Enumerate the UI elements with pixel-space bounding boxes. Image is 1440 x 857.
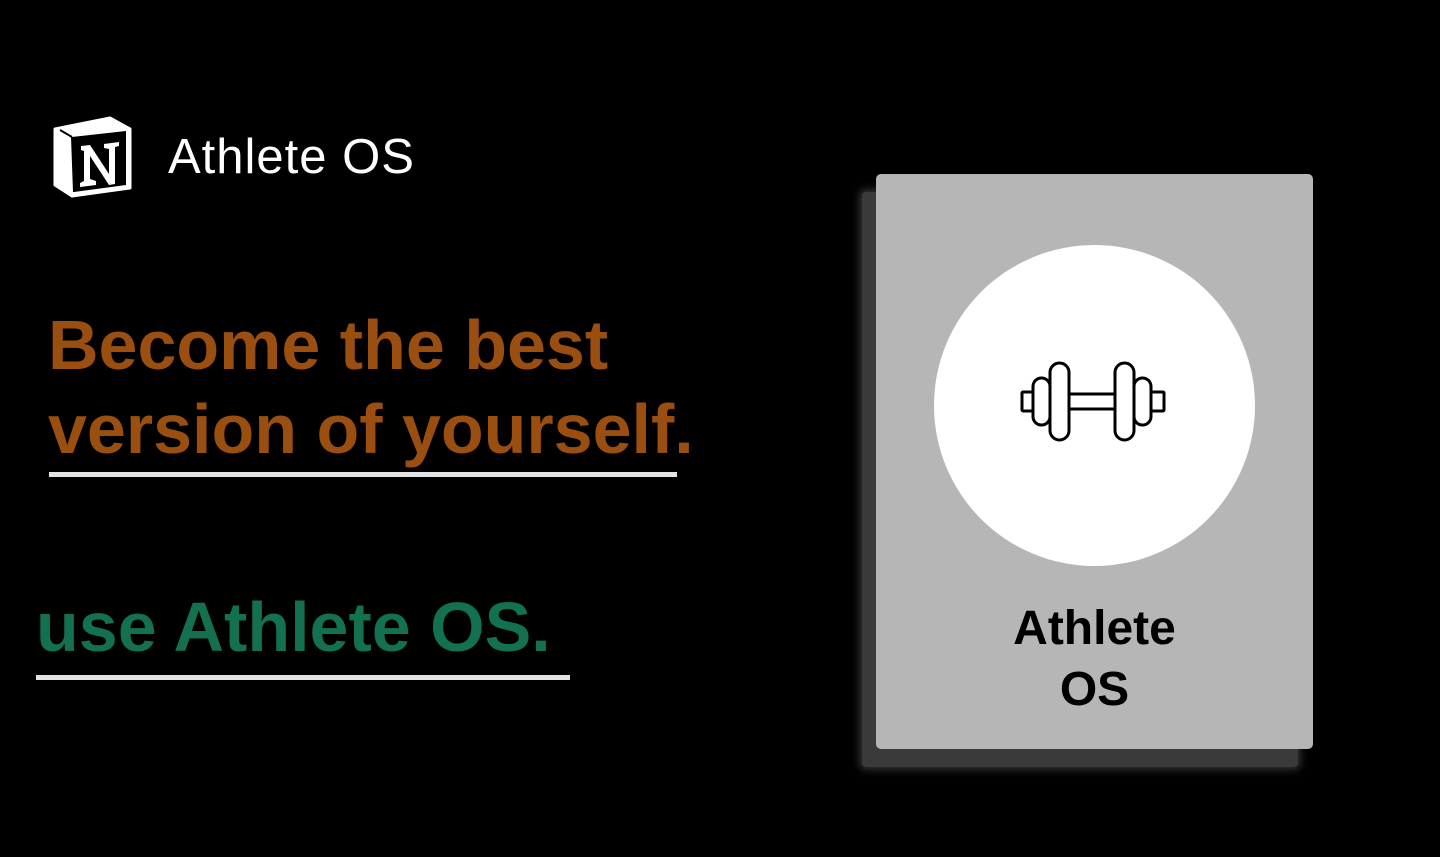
notion-logo-icon bbox=[53, 116, 132, 198]
product-card[interactable]: Athlete OS bbox=[876, 174, 1313, 749]
headline-line-1: Become the best bbox=[48, 306, 609, 384]
headline-underline bbox=[49, 472, 677, 477]
cta-underline bbox=[36, 675, 570, 680]
card-icon-circle bbox=[934, 245, 1255, 566]
cta-text: use Athlete OS. bbox=[36, 588, 551, 666]
card-title-line-1: Athlete bbox=[1013, 602, 1176, 655]
brand-header: Athlete OS bbox=[52, 115, 415, 199]
headline: Become the best version of yourself. bbox=[48, 303, 694, 471]
card-title: Athlete OS bbox=[876, 598, 1313, 720]
card-title-line-2: OS bbox=[1059, 663, 1130, 716]
brand-name: Athlete OS bbox=[168, 129, 415, 184]
dumbbell-icon bbox=[1020, 361, 1166, 442]
headline-line-2: version of yourself. bbox=[48, 390, 694, 468]
